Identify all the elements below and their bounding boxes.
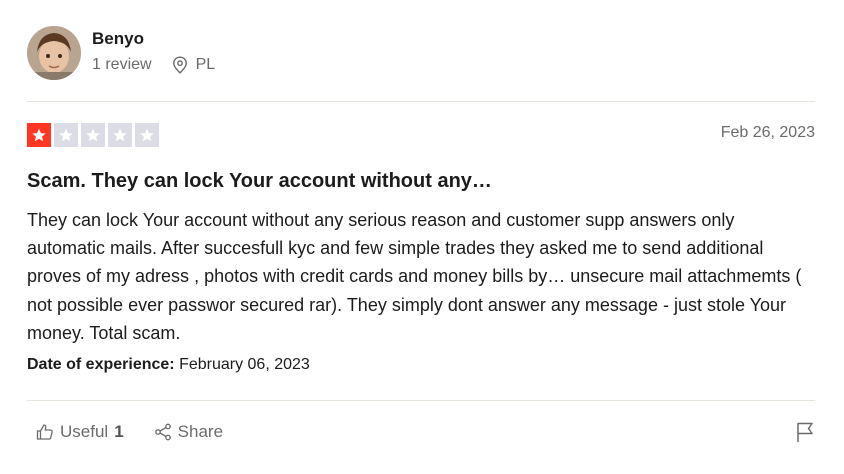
- share-label: Share: [177, 422, 224, 441]
- review-actions: Useful 1 Share: [36, 422, 223, 442]
- experience-label: Date of experience:: [27, 356, 175, 373]
- review-title[interactable]: Scam. They can lock Your account without…: [27, 170, 492, 193]
- experience-date: February 06, 2023: [179, 356, 310, 373]
- star-icon-filled: [27, 123, 51, 147]
- review-count: 1 review: [92, 56, 152, 73]
- share-button[interactable]: Share: [154, 422, 223, 442]
- reviewer-location: PL: [172, 56, 216, 74]
- date-of-experience: Date of experience: February 06, 2023: [27, 356, 310, 374]
- divider: [27, 101, 815, 102]
- thumbs-up-icon: [36, 424, 53, 440]
- location-pin-icon: [172, 56, 187, 74]
- useful-count: 1: [114, 422, 124, 441]
- useful-button[interactable]: Useful 1: [36, 422, 124, 442]
- useful-label: Useful: [60, 422, 109, 441]
- star-icon-empty: [135, 123, 159, 147]
- avatar[interactable]: [27, 26, 81, 80]
- star-icon-empty: [108, 123, 132, 147]
- review-body: They can lock Your account without any s…: [27, 210, 802, 343]
- report-flag-button[interactable]: [795, 421, 815, 448]
- star-icon-empty: [54, 123, 78, 147]
- review-date: Feb 26, 2023: [720, 124, 815, 141]
- review-card: Benyo 1 review PL Feb 26, 2023 Scam. The…: [0, 0, 844, 474]
- star-rating: [27, 123, 162, 147]
- star-icon-empty: [81, 123, 105, 147]
- flag-icon: [797, 422, 813, 442]
- reviewer-meta: 1 review PL: [92, 56, 215, 74]
- share-icon: [154, 423, 171, 441]
- country-code: PL: [195, 56, 216, 73]
- divider: [27, 400, 815, 401]
- reviewer-name[interactable]: Benyo: [92, 29, 144, 49]
